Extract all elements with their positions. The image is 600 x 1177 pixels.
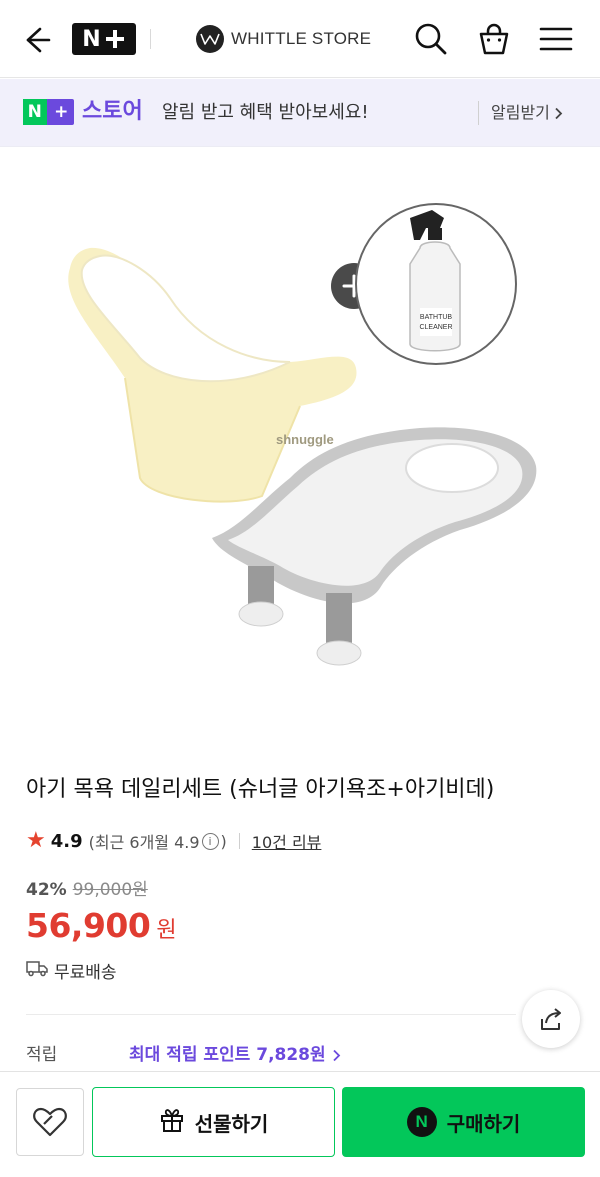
notification-banner: N + 스토어 알림 받고 혜택 받아보세요! 알림받기 <box>0 79 600 147</box>
badge-n: N <box>23 99 47 125</box>
buy-label: 구매하기 <box>446 1111 521 1136</box>
recent-rating-close: ) <box>220 831 227 851</box>
share-button[interactable] <box>522 990 580 1048</box>
bathtub-cleaner-image: BATHTUB CLEANER <box>355 203 517 365</box>
rating-score: 4.9 <box>50 830 83 852</box>
points-label: 적립 <box>26 1045 58 1065</box>
delivery-truck-icon <box>26 959 48 982</box>
store-name: WHITTLE STORE <box>231 29 372 48</box>
info-icon[interactable]: i <box>201 832 219 850</box>
recent-rating: (최근 6개월 4.9 <box>88 833 200 852</box>
shopping-bag-icon[interactable] <box>475 20 513 58</box>
rating-divider <box>238 833 240 849</box>
chevron-right-icon <box>332 1049 340 1061</box>
store-word: 스토어 <box>82 99 143 124</box>
bottom-action-bar: 선물하기 N 구매하기 <box>0 1071 600 1177</box>
search-icon[interactable] <box>412 20 450 58</box>
discount-percent: 42% <box>26 880 67 900</box>
wishlist-button[interactable] <box>16 1088 84 1156</box>
gift-button[interactable]: 선물하기 <box>92 1087 335 1157</box>
product-title: 아기 목욕 데일리세트 (슈너글 아기욕조+아기비데) <box>26 777 495 802</box>
original-price: 99,000원 <box>72 880 148 900</box>
naver-plus-logo-n: N <box>82 26 101 52</box>
gift-label: 선물하기 <box>194 1111 269 1136</box>
buy-button[interactable]: N 구매하기 <box>342 1087 585 1157</box>
product-image[interactable]: shnuggle BATHTUB CLEANER <box>0 148 600 748</box>
cleaner-label-line2: CLEANER <box>419 324 452 331</box>
naver-pay-icon: N <box>406 1107 437 1137</box>
header-divider <box>150 29 151 49</box>
top-header: N WHITTLE STORE <box>0 0 600 78</box>
store-logo-icon <box>196 25 224 53</box>
naver-plus-store-badge: N + <box>23 99 74 125</box>
points-value: 최대 적립 포인트 7,828원 <box>129 1045 326 1065</box>
currency-label: 원 <box>156 918 177 943</box>
shipping-text: 무료배송 <box>54 963 117 983</box>
heart-icon <box>33 1107 67 1137</box>
gift-icon <box>159 1107 185 1138</box>
store-brand-link[interactable]: WHITTLE STORE <box>196 24 371 54</box>
plus-icon <box>104 28 126 50</box>
discount-row: 42% 99,000원 <box>26 877 148 903</box>
naver-plus-logo[interactable]: N <box>72 23 136 55</box>
alarm-subscribe-link[interactable]: 알림받기 <box>478 101 563 125</box>
shipping-row: 무료배송 <box>26 958 117 983</box>
tub-brand-text: shnuggle <box>276 432 334 447</box>
rating-row: ★ 4.9 (최근 6개월 4.9 i ) 10건 리뷰 <box>26 828 321 854</box>
back-arrow-icon[interactable] <box>18 22 54 58</box>
badge-plus: + <box>54 102 69 122</box>
alarm-label: 알림받기 <box>491 103 550 122</box>
star-icon: ★ <box>26 828 46 853</box>
section-divider <box>26 1014 516 1015</box>
cleaner-label-line1: BATHTUB <box>420 314 452 321</box>
chevron-right-icon <box>554 103 563 122</box>
share-icon <box>541 1008 561 1030</box>
review-count-link[interactable]: 10건 리뷰 <box>252 829 322 853</box>
menu-icon[interactable] <box>537 20 575 58</box>
price-row: 56,900 원 <box>26 906 177 945</box>
points-link[interactable]: 최대 적립 포인트 7,828원 <box>129 1042 341 1068</box>
sale-price: 56,900 <box>26 906 151 945</box>
notice-message: 알림 받고 혜택 받아보세요! <box>162 102 369 123</box>
